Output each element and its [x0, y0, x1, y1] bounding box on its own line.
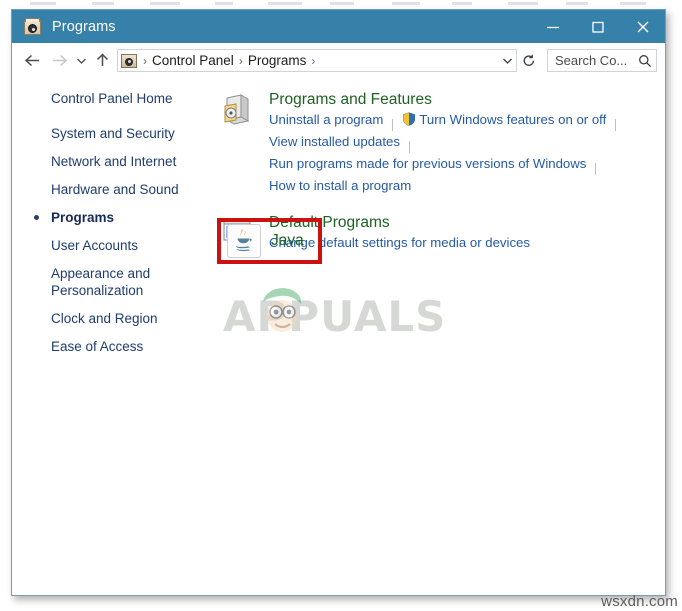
sidebar-item-user-accounts[interactable]: User Accounts [12, 237, 215, 254]
refresh-icon[interactable] [517, 49, 541, 72]
breadcrumb-separator: › [143, 53, 147, 68]
sidebar-item-label: Hardware and Sound [51, 182, 179, 197]
java-highlight-box: Java [217, 218, 322, 264]
address-dropdown-chevron-icon[interactable] [498, 57, 516, 65]
sidebar-item-label: Clock and Region [51, 311, 158, 326]
breadcrumb-item-programs[interactable]: Programs [248, 53, 307, 68]
current-item-bullet-icon [34, 215, 39, 220]
close-button[interactable] [620, 10, 665, 43]
link-separator [392, 118, 394, 131]
programs-window-icon [24, 18, 41, 35]
category-link-line: How to install a program [269, 177, 665, 199]
link-separator [409, 140, 410, 153]
category-links: Change default settings for media or dev… [269, 234, 665, 256]
appuals-mascot-icon [258, 284, 306, 336]
control-panel-icon [121, 53, 138, 69]
uac-shield-icon [402, 112, 416, 126]
link-uninstall-a-program[interactable]: Uninstall a program [269, 112, 383, 127]
category-link-line: View installed updates [269, 133, 665, 155]
sidebar-item-system-and-security[interactable]: System and Security [12, 125, 215, 142]
category-link-line: Run programs made for previous versions … [269, 155, 665, 177]
sidebar-item-network-and-internet[interactable]: Network and Internet [12, 153, 215, 170]
maximize-button[interactable] [575, 10, 620, 43]
category-list: Programs and Features Uninstall a progra… [215, 78, 665, 595]
sidebar-item-label: Network and Internet [51, 154, 177, 169]
link-turn-windows-features-on-or-off[interactable]: Turn Windows features on or off [419, 112, 606, 127]
sidebar-item-label: System and Security [51, 126, 175, 141]
link-separator [595, 162, 597, 175]
window-titlebar[interactable]: Programs [12, 10, 665, 43]
link-run-programs-previous-versions[interactable]: Run programs made for previous versions … [269, 156, 586, 171]
recent-locations-chevron-icon[interactable] [73, 47, 90, 74]
desktop-background: Programs › Control Panel › Programs › Se… [0, 0, 682, 611]
breadcrumb[interactable]: › Control Panel › Programs › [117, 49, 517, 72]
forward-arrow-icon [46, 47, 73, 74]
breadcrumb-separator: › [238, 53, 243, 68]
link-how-to-install-a-program[interactable]: How to install a program [269, 178, 411, 193]
sidebar-item-appearance-and-personalization[interactable]: Appearance and Personalization [12, 265, 215, 299]
sidebar-item-clock-and-region[interactable]: Clock and Region [12, 310, 215, 327]
category-links: Uninstall a program Turn Windows feature… [269, 111, 665, 199]
sidebar-item-label: Appearance and Personalization [51, 266, 151, 298]
window-body: Control Panel Home System and Security N… [12, 78, 665, 595]
sidebar-item-label: User Accounts [51, 238, 139, 253]
sidebar: Control Panel Home System and Security N… [12, 78, 215, 595]
link-separator [615, 118, 617, 131]
address-toolbar: › Control Panel › Programs › Search Co..… [12, 43, 665, 78]
category-java[interactable]: Java [221, 222, 318, 260]
search-input-value: Search Co... [555, 53, 628, 68]
category-link-line: Change default settings for media or dev… [269, 234, 665, 256]
programs-window: Programs › Control Panel › Programs › Se… [11, 9, 666, 596]
appuals-watermark-text: APPUALS [223, 292, 447, 341]
site-watermark: wsxdn.com [601, 593, 678, 610]
category-title[interactable]: Default Programs [269, 213, 665, 233]
java-icon [227, 224, 261, 258]
search-input[interactable]: Search Co... [547, 49, 657, 72]
minimize-button[interactable] [530, 10, 575, 43]
category-link-line: Uninstall a program Turn Windows feature… [269, 111, 665, 133]
java-label: Java [271, 232, 304, 249]
breadcrumb-separator: › [311, 53, 316, 68]
search-icon[interactable] [634, 54, 656, 68]
sidebar-item-ease-of-access[interactable]: Ease of Access [12, 338, 215, 355]
sidebar-item-label: Control Panel Home [51, 91, 173, 106]
sidebar-item-hardware-and-sound[interactable]: Hardware and Sound [12, 181, 215, 198]
caption-button-group [530, 10, 665, 43]
category-programs-and-features: Programs and Features Uninstall a progra… [215, 90, 665, 199]
sidebar-item-label: Ease of Access [51, 339, 144, 354]
screen-top-artifacts [0, 0, 682, 9]
breadcrumb-item-control-panel[interactable]: Control Panel [152, 53, 234, 68]
window-title: Programs [52, 18, 116, 35]
back-arrow-icon[interactable] [19, 47, 46, 74]
programs-and-features-icon [221, 92, 255, 126]
sidebar-item-control-panel-home[interactable]: Control Panel Home [12, 90, 215, 107]
appuals-watermark: APPUALS [223, 284, 488, 344]
link-view-installed-updates[interactable]: View installed updates [269, 134, 400, 149]
up-arrow-icon[interactable] [90, 47, 114, 74]
sidebar-item-label: Programs [51, 210, 115, 225]
category-title[interactable]: Programs and Features [269, 90, 665, 110]
sidebar-item-programs[interactable]: Programs [12, 209, 215, 226]
